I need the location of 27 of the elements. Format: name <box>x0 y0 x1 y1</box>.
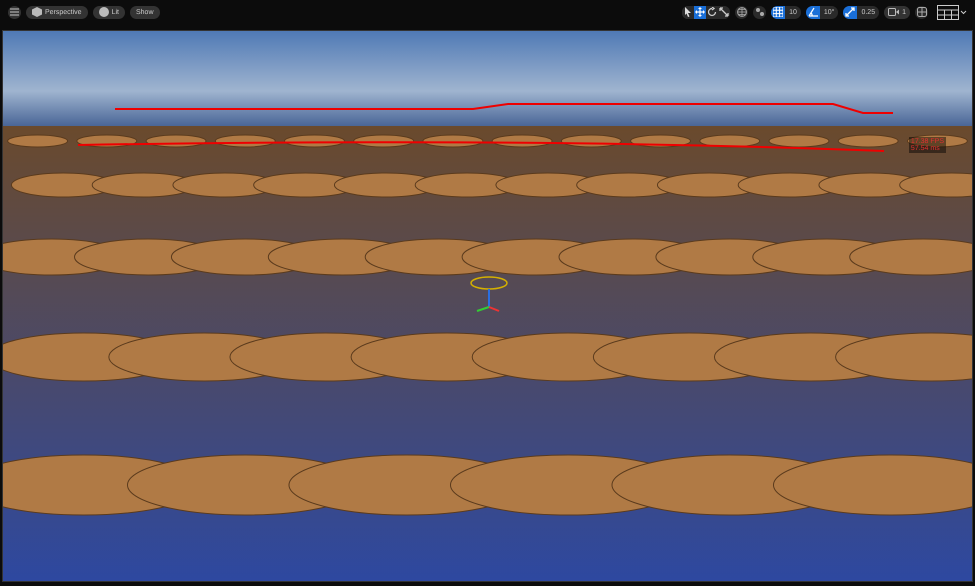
grid-snap-toggle[interactable] <box>771 6 786 18</box>
scale-icon <box>719 7 730 17</box>
move-tool-button[interactable] <box>694 6 706 18</box>
menu-button[interactable] <box>8 6 21 18</box>
move-icon <box>695 7 706 17</box>
surface-snap-button[interactable] <box>753 6 766 18</box>
scale-snap-toggle[interactable] <box>843 6 858 18</box>
viewport-layout-button[interactable] <box>937 4 967 20</box>
cursor-icon <box>683 7 694 17</box>
scale-tool-button[interactable] <box>718 6 730 18</box>
camera-icon <box>888 8 900 16</box>
globe-icon <box>736 7 747 17</box>
grid-icon <box>916 7 926 17</box>
menu-icon <box>10 8 19 16</box>
rotation-snap-toggle[interactable] <box>806 6 820 18</box>
layout-button[interactable] <box>915 6 928 18</box>
grid-icon <box>773 7 784 17</box>
cube-icon <box>32 7 42 17</box>
dots-icon <box>754 7 765 17</box>
transform-gizmo-icon <box>469 275 509 313</box>
angle-icon <box>808 7 818 17</box>
globe-button[interactable] <box>735 6 748 18</box>
layout-icon <box>937 4 967 20</box>
sphere-icon <box>98 7 109 17</box>
rotate-icon <box>707 7 718 17</box>
rotate-tool-button[interactable] <box>706 6 718 18</box>
resize-icon <box>845 7 856 17</box>
